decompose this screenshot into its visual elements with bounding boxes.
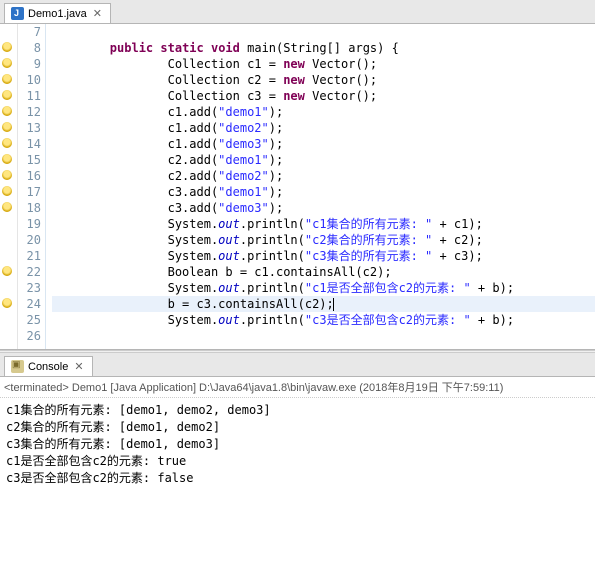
line-number: 13 [18, 120, 41, 136]
line-number: 16 [18, 168, 41, 184]
console-icon [11, 360, 24, 373]
line-number: 26 [18, 328, 41, 344]
warning-marker [0, 264, 17, 280]
warning-marker [0, 72, 17, 88]
warning-marker [0, 40, 17, 56]
console-tab[interactable]: Console ✕ [4, 356, 93, 376]
warning-marker [0, 152, 17, 168]
code-line[interactable]: c1.add("demo1"); [52, 104, 595, 120]
warning-marker [0, 120, 17, 136]
close-tab-icon[interactable]: ✕ [91, 7, 104, 20]
console-line: c3集合的所有元素: [demo1, demo3] [6, 436, 589, 453]
warning-marker [0, 24, 17, 40]
line-number: 23 [18, 280, 41, 296]
console-line: c2集合的所有元素: [demo1, demo2] [6, 419, 589, 436]
code-line[interactable]: Collection c2 = new Vector(); [52, 72, 595, 88]
code-line[interactable]: c2.add("demo1"); [52, 152, 595, 168]
warning-marker [0, 312, 17, 328]
java-file-icon [11, 7, 24, 20]
marker-column [0, 24, 18, 349]
line-number: 11 [18, 88, 41, 104]
line-number: 10 [18, 72, 41, 88]
code-line[interactable]: c3.add("demo1"); [52, 184, 595, 200]
warning-marker [0, 232, 17, 248]
console-header: <terminated> Demo1 [Java Application] D:… [0, 377, 595, 398]
line-number: 17 [18, 184, 41, 200]
line-number: 12 [18, 104, 41, 120]
code-line[interactable]: System.out.println("c3集合的所有元素: " + c3); [52, 248, 595, 264]
warning-marker [0, 328, 17, 344]
console-tabbar: Console ✕ [0, 353, 595, 377]
editor-tab-label: Demo1.java [28, 8, 87, 20]
code-line[interactable]: c3.add("demo3"); [52, 200, 595, 216]
warning-marker [0, 56, 17, 72]
warning-marker [0, 248, 17, 264]
line-number: 22 [18, 264, 41, 280]
line-number: 8 [18, 40, 41, 56]
warning-marker [0, 280, 17, 296]
code-line[interactable]: System.out.println("c1集合的所有元素: " + c1); [52, 216, 595, 232]
code-line[interactable]: Boolean b = c1.containsAll(c2); [52, 264, 595, 280]
line-number: 20 [18, 232, 41, 248]
console-line: c1是否全部包含c2的元素: true [6, 453, 589, 470]
code-content[interactable]: public static void main(String[] args) {… [46, 24, 595, 349]
line-number-gutter: 7891011121314151617181920212223242526 [18, 24, 46, 349]
code-line[interactable]: c1.add("demo2"); [52, 120, 595, 136]
code-line[interactable]: System.out.println("c1是否全部包含c2的元素: " + b… [52, 280, 595, 296]
console-tab-label: Console [28, 361, 68, 373]
code-line[interactable]: System.out.println("c2集合的所有元素: " + c2); [52, 232, 595, 248]
line-number: 24 [18, 296, 41, 312]
warning-marker [0, 216, 17, 232]
warning-marker [0, 200, 17, 216]
code-line[interactable]: public static void main(String[] args) { [52, 40, 595, 56]
warning-marker [0, 136, 17, 152]
console-line: c1集合的所有元素: [demo1, demo2, demo3] [6, 402, 589, 419]
console-output[interactable]: c1集合的所有元素: [demo1, demo2, demo3]c2集合的所有元… [0, 398, 595, 491]
line-number: 18 [18, 200, 41, 216]
code-line[interactable]: Collection c3 = new Vector(); [52, 88, 595, 104]
line-number: 9 [18, 56, 41, 72]
line-number: 14 [18, 136, 41, 152]
warning-marker [0, 168, 17, 184]
line-number: 25 [18, 312, 41, 328]
editor-tabbar: Demo1.java ✕ [0, 0, 595, 24]
line-number: 19 [18, 216, 41, 232]
code-line[interactable] [52, 24, 595, 40]
line-number: 7 [18, 24, 41, 40]
code-line[interactable]: Collection c1 = new Vector(); [52, 56, 595, 72]
code-line[interactable]: c2.add("demo2"); [52, 168, 595, 184]
code-line[interactable] [52, 328, 595, 344]
warning-marker [0, 184, 17, 200]
line-number: 21 [18, 248, 41, 264]
editor-tab[interactable]: Demo1.java ✕ [4, 3, 111, 23]
warning-marker [0, 296, 17, 312]
editor-area[interactable]: 7891011121314151617181920212223242526 pu… [0, 24, 595, 350]
code-line[interactable]: System.out.println("c3是否全部包含c2的元素: " + b… [52, 312, 595, 328]
text-caret [333, 298, 334, 311]
code-line[interactable]: c1.add("demo3"); [52, 136, 595, 152]
close-console-icon[interactable]: ✕ [72, 360, 85, 373]
code-line[interactable]: b = c3.containsAll(c2); [52, 296, 595, 312]
line-number: 15 [18, 152, 41, 168]
warning-marker [0, 104, 17, 120]
warning-marker [0, 88, 17, 104]
console-line: c3是否全部包含c2的元素: false [6, 470, 589, 487]
